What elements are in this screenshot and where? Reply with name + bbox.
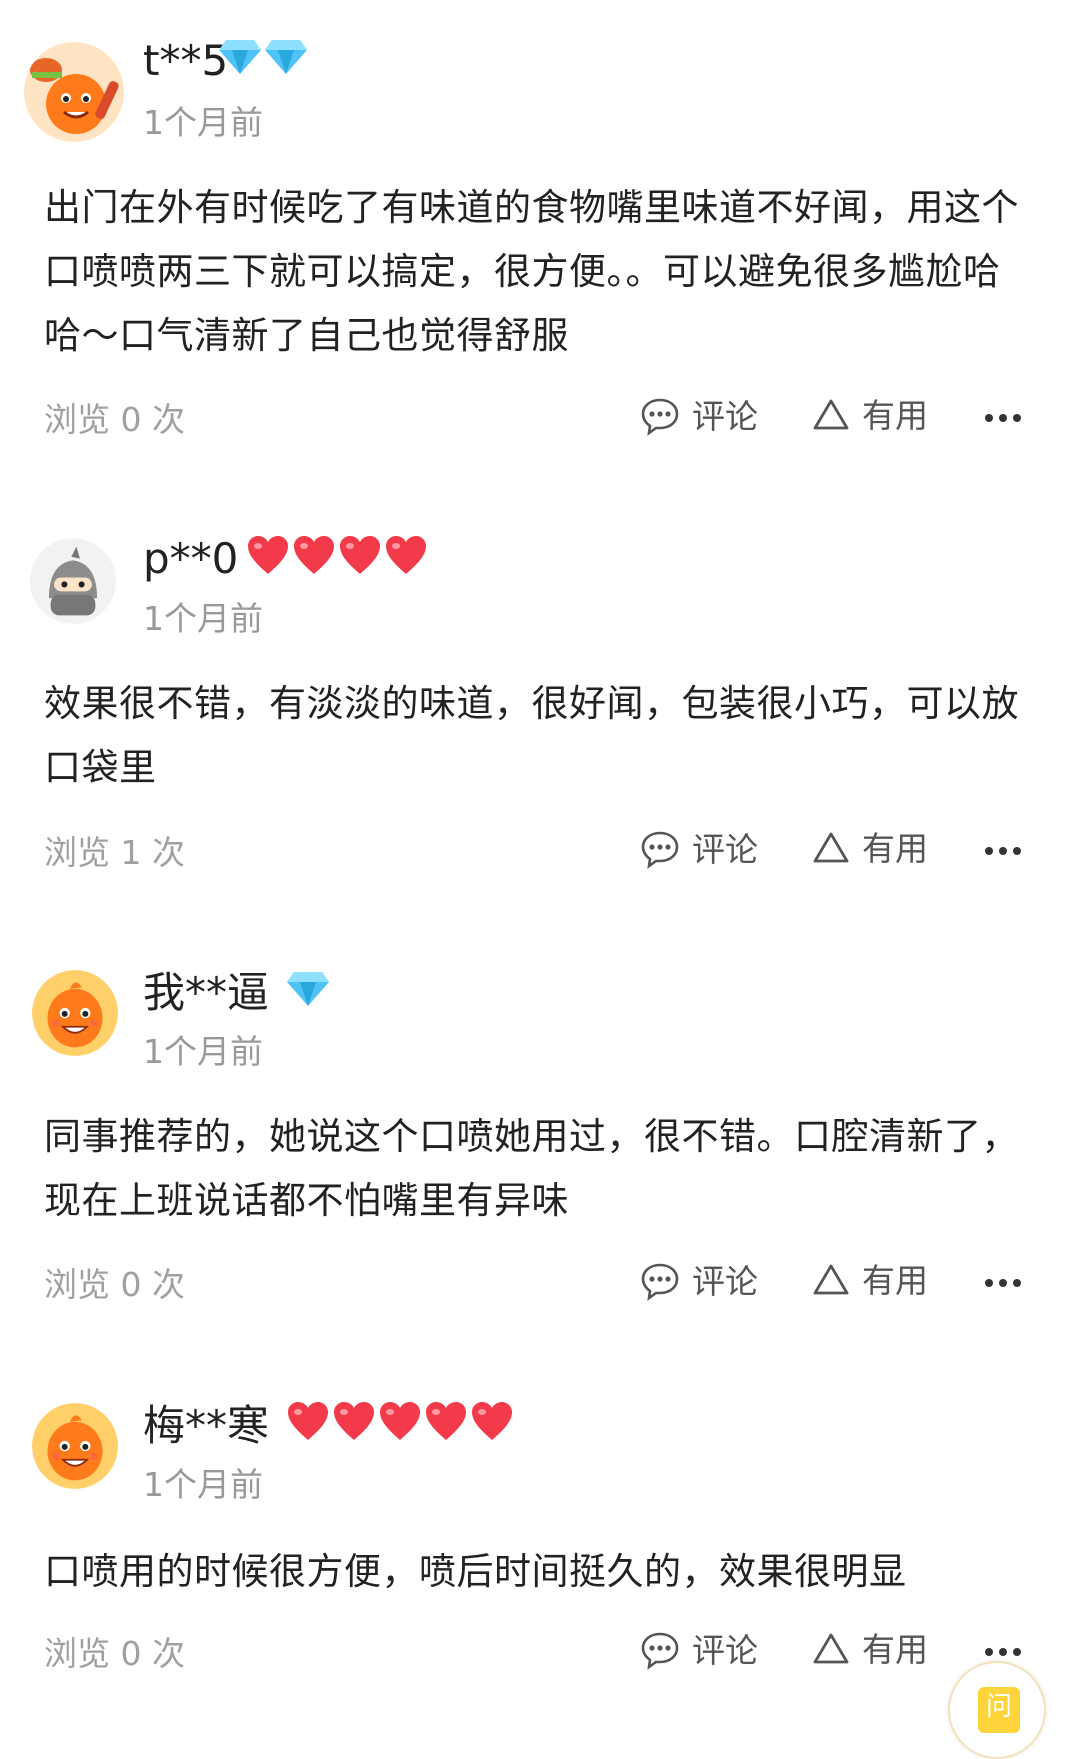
heart-icon	[386, 536, 426, 574]
heart-icon	[340, 536, 380, 574]
diamond-icon	[265, 40, 307, 74]
review-text: 效果很不错，有淡淡的味道，很好闻，包装很小巧，可以放口袋里	[44, 682, 1019, 789]
diamond-icon	[219, 40, 261, 74]
heart-icon	[380, 1402, 420, 1440]
heart-badges	[286, 1400, 514, 1442]
avatar[interactable]	[24, 42, 124, 142]
useful-button[interactable]: 有用	[812, 1630, 928, 1668]
review-text: 同事推荐的，她说这个口喷她用过，很不错。口腔清新了，现在上班说话都不怕嘴里有异味	[44, 1115, 1019, 1222]
triangle-up-icon	[813, 832, 849, 863]
view-count: 浏览 1 次	[44, 833, 185, 872]
useful-button[interactable]: 有用	[812, 829, 928, 867]
comment-button[interactable]: 评论	[640, 1630, 758, 1670]
orange-mascot-icon	[32, 970, 118, 1056]
orange-mascot-icon	[32, 1403, 118, 1489]
more-options-button[interactable]	[985, 1277, 1021, 1289]
avatar[interactable]	[32, 1403, 118, 1489]
dot-icon	[985, 1279, 993, 1287]
useful-label: 有用	[862, 395, 928, 435]
avatar[interactable]	[30, 538, 116, 624]
ask-question-button[interactable]: 问	[948, 1661, 1046, 1759]
comment-icon	[641, 1632, 679, 1670]
heart-icon	[426, 1402, 466, 1440]
review-time: 1个月前	[143, 1465, 263, 1504]
dot-icon	[999, 1648, 1007, 1656]
dot-icon	[1013, 847, 1021, 855]
comment-button[interactable]: 评论	[640, 829, 758, 869]
triangle-up-icon	[813, 1264, 849, 1295]
diamond-badges	[286, 968, 330, 1008]
view-count: 浏览 0 次	[44, 1634, 185, 1673]
dot-icon	[999, 847, 1007, 855]
comment-icon	[641, 398, 679, 436]
comment-icon	[641, 831, 679, 869]
more-options-button[interactable]	[985, 845, 1021, 857]
useful-label: 有用	[862, 828, 928, 868]
dot-icon	[1013, 414, 1021, 422]
dot-icon	[985, 1648, 993, 1656]
dot-icon	[1013, 1648, 1021, 1656]
triangle-up-icon	[813, 399, 849, 430]
useful-button[interactable]: 有用	[812, 396, 928, 434]
dot-icon	[1013, 1279, 1021, 1287]
view-count: 浏览 0 次	[44, 1265, 185, 1304]
review-time: 1个月前	[143, 103, 263, 142]
username: t**5	[143, 36, 229, 85]
username: p**0	[143, 534, 239, 583]
comment-icon	[641, 1263, 679, 1301]
review-time: 1个月前	[143, 599, 263, 638]
view-count: 浏览 0 次	[44, 400, 185, 439]
heart-icon	[334, 1402, 374, 1440]
review-text: 口喷用的时候很方便，喷后时间挺久的，效果很明显	[44, 1550, 907, 1593]
username: 梅**寒	[143, 1401, 270, 1450]
useful-button[interactable]: 有用	[812, 1261, 928, 1299]
review-time: 1个月前	[143, 1032, 263, 1071]
orange-mascot-burger-icon	[24, 42, 124, 142]
heart-icon	[472, 1402, 512, 1440]
ask-label: 问	[978, 1687, 1020, 1733]
heart-icon	[294, 536, 334, 574]
useful-label: 有用	[862, 1260, 928, 1300]
comment-label: 评论	[692, 1630, 758, 1670]
review-text: 出门在外有时候吃了有味道的食物嘴里味道不好闻，用这个口喷喷两三下就可以搞定，很方…	[44, 186, 1019, 357]
heart-icon	[248, 536, 288, 574]
dot-icon	[985, 414, 993, 422]
diamond-icon	[287, 972, 329, 1006]
comment-label: 评论	[692, 829, 758, 869]
more-options-button[interactable]	[985, 412, 1021, 424]
heart-icon	[288, 1402, 328, 1440]
comment-label: 评论	[692, 1261, 758, 1301]
useful-label: 有用	[862, 1629, 928, 1669]
comment-button[interactable]: 评论	[640, 1261, 758, 1301]
dot-icon	[985, 847, 993, 855]
dot-icon	[999, 414, 1007, 422]
diamond-badges	[218, 36, 308, 76]
comment-button[interactable]: 评论	[640, 396, 758, 436]
heart-badges	[246, 534, 428, 576]
ninja-avatar-icon	[30, 538, 116, 624]
username: 我**逼	[143, 968, 270, 1017]
triangle-up-icon	[813, 1633, 849, 1664]
avatar[interactable]	[32, 970, 118, 1056]
dot-icon	[999, 1279, 1007, 1287]
more-options-button[interactable]	[985, 1646, 1021, 1658]
comment-label: 评论	[692, 396, 758, 436]
